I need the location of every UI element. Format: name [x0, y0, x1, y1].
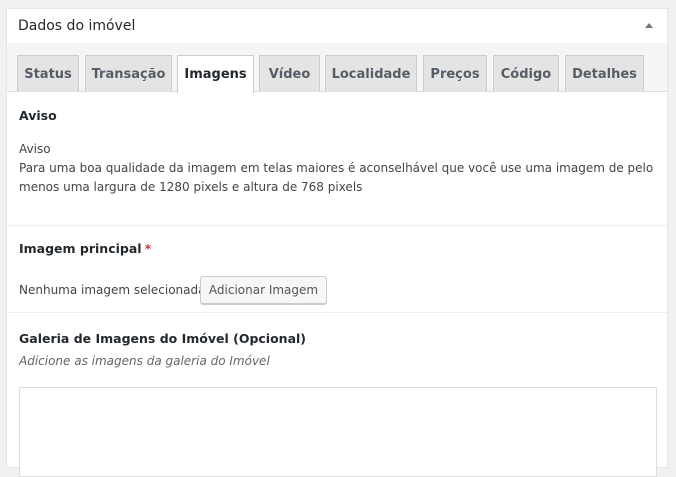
tab-codigo[interactable]: Código: [493, 55, 559, 92]
notice-heading: Aviso: [19, 108, 57, 123]
tab-detalhes[interactable]: Detalhes: [565, 55, 644, 92]
add-image-button[interactable]: Adicionar Imagem: [200, 276, 327, 304]
required-mark: *: [144, 241, 152, 256]
tab-video[interactable]: Vídeo: [259, 55, 320, 92]
main-image-section: Imagem principal * Nenhuma imagem selecio…: [7, 226, 667, 313]
gallery-description: Adicione as imagens da galeria do Imóvel: [19, 354, 270, 368]
property-data-metabox: Dados do imóvel Status Transação Imagens…: [6, 8, 668, 477]
tab-localidade[interactable]: Localidade: [325, 55, 417, 92]
main-image-label: Imagem principal *: [19, 241, 151, 256]
metabox-title: Dados do imóvel: [18, 18, 136, 34]
notice-text-line1: Para uma boa qualidade da imagem em tela…: [19, 161, 654, 175]
tab-imagens[interactable]: Imagens: [177, 55, 254, 93]
notice-section: Aviso Aviso Para uma boa qualidade da im…: [7, 92, 667, 226]
gallery-dropzone[interactable]: [19, 387, 657, 477]
gallery-section: Galeria de Imagens do Imóvel (Opcional) …: [7, 313, 667, 477]
tabs-bar: Status Transação Imagens Vídeo Localidad…: [7, 43, 667, 93]
gallery-label: Galeria de Imagens do Imóvel (Opcional): [19, 331, 307, 346]
triangle-up-icon[interactable]: [643, 20, 655, 32]
notice-subheading: Aviso: [19, 142, 51, 156]
main-image-status: Nenhuma imagem selecionada: [19, 283, 206, 297]
main-image-label-text: Imagem principal: [19, 241, 142, 256]
tab-precos[interactable]: Preços: [423, 55, 487, 92]
tab-transacao[interactable]: Transação: [85, 55, 172, 92]
tab-status[interactable]: Status: [17, 55, 79, 92]
metabox-header: Dados do imóvel: [7, 9, 667, 44]
notice-text-line2: menos uma largura de 1280 pixels e altur…: [19, 180, 363, 194]
